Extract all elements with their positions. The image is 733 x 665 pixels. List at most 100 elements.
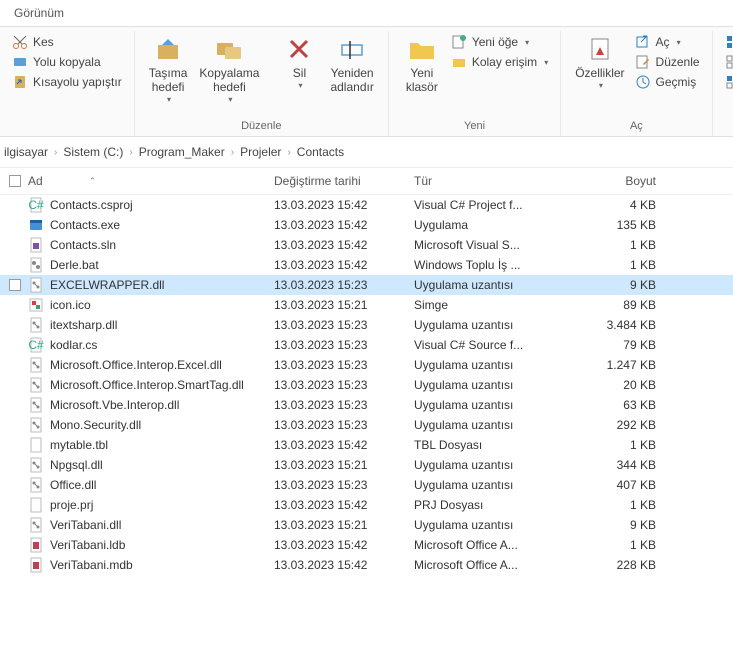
cell-name[interactable]: Microsoft.Office.Interop.Excel.dll: [26, 357, 274, 373]
cell-name[interactable]: VeriTabani.ldb: [26, 537, 274, 553]
chevron-down-icon: ▾: [599, 81, 603, 90]
properties-button[interactable]: Özellikler▾: [569, 31, 630, 92]
header-name[interactable]: Ad⌃: [26, 174, 274, 188]
table-row[interactable]: itextsharp.dll13.03.2023 15:23Uygulama u…: [0, 315, 733, 335]
table-row[interactable]: C#kodlar.cs13.03.2023 15:23Visual C# Sou…: [0, 335, 733, 355]
cell-name[interactable]: EXCELWRAPPER.dll: [26, 277, 274, 293]
cell-size: 228 KB: [574, 558, 674, 572]
file-list[interactable]: C#Contacts.csproj13.03.2023 15:42Visual …: [0, 195, 733, 665]
table-row[interactable]: Contacts.exe13.03.2023 15:42Uygulama135 …: [0, 215, 733, 235]
table-row[interactable]: icon.ico13.03.2023 15:21Simge89 KB: [0, 295, 733, 315]
rename-button[interactable]: Yeniden adlandır: [324, 31, 379, 97]
breadcrumb-segment[interactable]: Projeler: [240, 145, 281, 159]
select-none-button[interactable]: Hiçbirini seçme: [721, 53, 733, 71]
table-row[interactable]: Derle.bat13.03.2023 15:42Windows Toplu İ…: [0, 255, 733, 275]
header-size[interactable]: Boyut: [574, 174, 674, 188]
history-label: Geçmiş: [656, 75, 697, 89]
open-label: Aç: [656, 35, 670, 49]
cell-name[interactable]: VeriTabani.dll: [26, 517, 274, 533]
new-folder-button[interactable]: Yeni klasör: [397, 31, 447, 97]
cell-name[interactable]: mytable.tbl: [26, 437, 274, 453]
table-row[interactable]: VeriTabani.mdb13.03.2023 15:42Microsoft …: [0, 555, 733, 575]
cell-name[interactable]: Derle.bat: [26, 257, 274, 273]
table-row[interactable]: Office.dll13.03.2023 15:23Uygulama uzant…: [0, 475, 733, 495]
cell-name[interactable]: C#kodlar.cs: [26, 337, 274, 353]
cell-date: 13.03.2023 15:21: [274, 298, 414, 312]
table-row[interactable]: proje.prj13.03.2023 15:42PRJ Dosyası1 KB: [0, 495, 733, 515]
table-row[interactable]: Contacts.sln13.03.2023 15:42Microsoft Vi…: [0, 235, 733, 255]
cell-name[interactable]: Npgsql.dll: [26, 457, 274, 473]
paste-shortcut-button[interactable]: Kısayolu yapıştır: [8, 73, 126, 91]
cell-name[interactable]: Mono.Security.dll: [26, 417, 274, 433]
cell-name[interactable]: proje.prj: [26, 497, 274, 513]
cell-name[interactable]: Contacts.exe: [26, 217, 274, 233]
cell-size: 1 KB: [574, 538, 674, 552]
table-row[interactable]: Mono.Security.dll13.03.2023 15:23Uygulam…: [0, 415, 733, 435]
file-name-label: Npgsql.dll: [50, 458, 103, 472]
cell-type: Uygulama uzantısı: [414, 518, 574, 532]
table-row[interactable]: EXCELWRAPPER.dll13.03.2023 15:23Uygulama…: [0, 275, 733, 295]
file-name-label: Microsoft.Vbe.Interop.dll: [50, 398, 179, 412]
header-date[interactable]: Değiştirme tarihi: [274, 174, 414, 188]
table-row[interactable]: Npgsql.dll13.03.2023 15:21Uygulama uzant…: [0, 455, 733, 475]
table-row[interactable]: VeriTabani.dll 13.03.2023 15:21Uygulama u…: [0, 515, 733, 535]
tab-view[interactable]: Görünüm: [14, 6, 64, 20]
file-name-label: icon.ico: [50, 298, 91, 312]
edit-button[interactable]: Düzenle: [631, 53, 704, 71]
invert-selection-button[interactable]: Diğerlerini seç: [721, 73, 733, 91]
paste-shortcut-label: Kısayolu yapıştır: [33, 75, 122, 89]
cell-name[interactable]: Microsoft.Office.Interop.SmartTag.dll: [26, 377, 274, 393]
table-row[interactable]: VeriTabani.ldb13.03.2023 15:42Microsoft …: [0, 535, 733, 555]
cell-name[interactable]: Office.dll: [26, 477, 274, 493]
cell-type: Uygulama uzantısı: [414, 418, 574, 432]
cell-date: 13.03.2023 15:23: [274, 378, 414, 392]
table-row[interactable]: Microsoft.Office.Interop.Excel.dll13.03.…: [0, 355, 733, 375]
cell-size: 9 KB: [574, 278, 674, 292]
breadcrumb-segment[interactable]: Sistem (C:): [63, 145, 123, 159]
open-button[interactable]: Aç▾: [631, 33, 704, 51]
easy-access-button[interactable]: Kolay erişim▾: [447, 53, 552, 71]
table-row[interactable]: Microsoft.Office.Interop.SmartTag.dll 13.…: [0, 375, 733, 395]
cell-size: 1 KB: [574, 258, 674, 272]
move-to-icon: [152, 33, 184, 65]
table-row[interactable]: C#Contacts.csproj13.03.2023 15:42Visual …: [0, 195, 733, 215]
cell-name[interactable]: Contacts.sln: [26, 237, 274, 253]
cell-type: Microsoft Visual S...: [414, 238, 574, 252]
group-label-open: Aç: [630, 118, 643, 136]
move-to-button[interactable]: Taşıma hedefi▾: [143, 31, 194, 106]
cut-label: Kes: [33, 35, 54, 49]
file-name-label: Mono.Security.dll: [50, 418, 141, 432]
new-item-button[interactable]: Yeni öğe▾: [447, 33, 552, 51]
cell-size: 135 KB: [574, 218, 674, 232]
breadcrumb[interactable]: ilgisayar›Sistem (C:)›Program_Maker›Proj…: [0, 137, 733, 168]
history-button[interactable]: Geçmiş: [631, 73, 704, 91]
file-name-label: VeriTabani.dll: [50, 518, 121, 532]
copy-path-button[interactable]: Yolu kopyala: [8, 53, 126, 71]
row-checkbox[interactable]: [4, 279, 26, 291]
cell-name[interactable]: VeriTabani.mdb: [26, 557, 274, 573]
file-name-label: Microsoft.Office.Interop.SmartTag.dll: [50, 378, 244, 392]
cell-name[interactable]: Microsoft.Vbe.Interop.dll: [26, 397, 274, 413]
table-row[interactable]: Microsoft.Vbe.Interop.dll13.03.2023 15:2…: [0, 395, 733, 415]
header-type[interactable]: Tür: [414, 174, 574, 188]
breadcrumb-segment[interactable]: ilgisayar: [4, 145, 48, 159]
cell-size: 1 KB: [574, 238, 674, 252]
cell-name[interactable]: C#Contacts.csproj: [26, 197, 274, 213]
table-row[interactable]: mytable.tbl13.03.2023 15:42TBL Dosyası1 …: [0, 435, 733, 455]
select-all-button[interactable]: Tümünü seç: [721, 33, 733, 51]
header-checkbox[interactable]: [4, 175, 26, 187]
cell-date: 13.03.2023 15:23: [274, 278, 414, 292]
cell-name[interactable]: itextsharp.dll: [26, 317, 274, 333]
copy-to-button[interactable]: Kopyalama hedefi▾: [193, 31, 265, 106]
breadcrumb-segment[interactable]: Program_Maker: [139, 145, 225, 159]
cut-button[interactable]: Kes: [8, 33, 126, 51]
cell-date: 13.03.2023 15:21: [274, 518, 414, 532]
cell-type: Simge: [414, 298, 574, 312]
chevron-right-icon: ›: [129, 147, 132, 158]
edit-icon: [635, 54, 651, 70]
delete-button[interactable]: Sil▾: [274, 31, 324, 92]
breadcrumb-segment[interactable]: Contacts: [297, 145, 344, 159]
file-name-label: Derle.bat: [50, 258, 99, 272]
cell-size: 9 KB: [574, 518, 674, 532]
cell-name[interactable]: icon.ico: [26, 297, 274, 313]
